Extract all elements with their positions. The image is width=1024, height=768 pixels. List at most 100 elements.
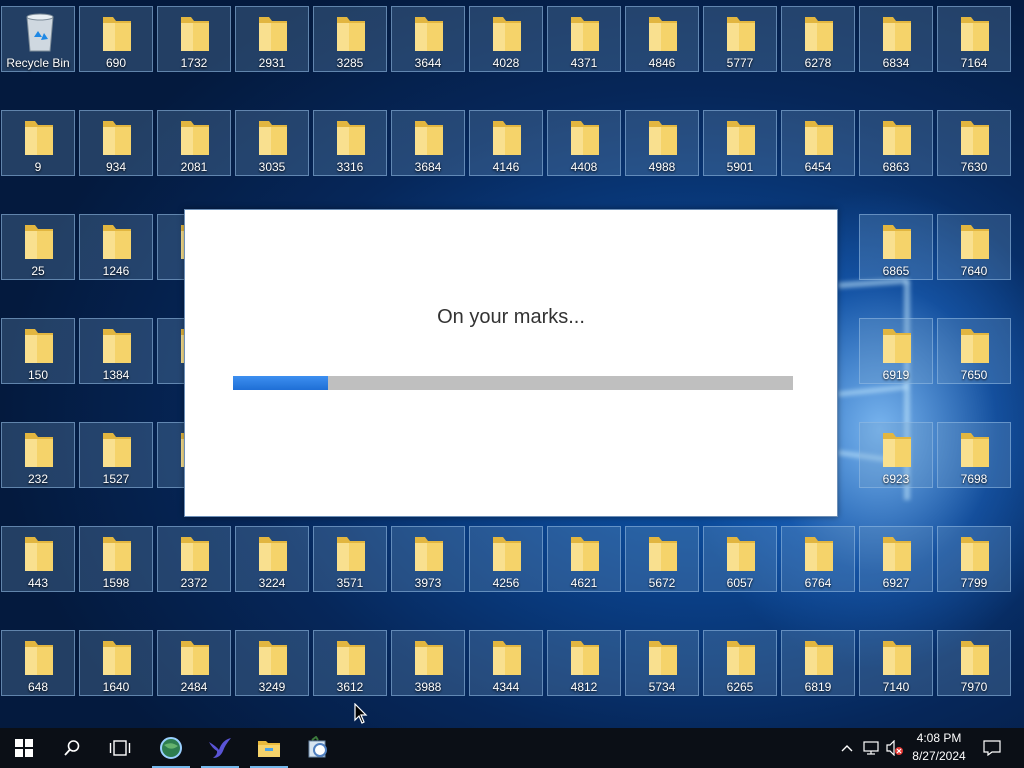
folder-label: 2081 [180, 160, 208, 174]
desktop-folder[interactable]: 25 [1, 214, 75, 280]
folder-icon [883, 329, 911, 363]
desktop-folder[interactable]: 3035 [235, 110, 309, 176]
desktop-folder[interactable]: 6764 [781, 526, 855, 592]
desktop-folder[interactable]: 1640 [79, 630, 153, 696]
desktop-folder[interactable]: 3571 [313, 526, 387, 592]
taskbar: 4:08 PM 8/27/2024 [0, 728, 1024, 768]
desktop-folder[interactable]: 5734 [625, 630, 699, 696]
desktop-folder[interactable]: 648 [1, 630, 75, 696]
folder-icon [181, 641, 209, 675]
speaker-muted-icon [886, 740, 903, 756]
folder-icon [415, 17, 443, 51]
progress-bar-fill [233, 376, 329, 390]
desktop-folder[interactable]: 9 [1, 110, 75, 176]
desktop-folder[interactable]: 690 [79, 6, 153, 72]
desktop-folder[interactable]: 6834 [859, 6, 933, 72]
desktop-folder[interactable]: 7650 [937, 318, 1011, 384]
desktop-folder[interactable]: 7164 [937, 6, 1011, 72]
desktop-folder[interactable]: 6265 [703, 630, 777, 696]
desktop-folder[interactable]: 4621 [547, 526, 621, 592]
desktop-folder[interactable]: 5777 [703, 6, 777, 72]
task-view-button[interactable] [96, 728, 144, 768]
clock-time[interactable]: 4:08 PM [908, 731, 970, 745]
desktop-folder[interactable]: 4344 [469, 630, 543, 696]
folder-label: 6265 [726, 680, 754, 694]
desktop-folder[interactable]: 2484 [157, 630, 231, 696]
desktop-folder[interactable]: 150 [1, 318, 75, 384]
action-center-button[interactable] [978, 728, 1006, 768]
desktop-folder[interactable]: 1246 [79, 214, 153, 280]
desktop-folder[interactable]: 1384 [79, 318, 153, 384]
desktop-folder[interactable]: 4988 [625, 110, 699, 176]
desktop-folder[interactable]: 1598 [79, 526, 153, 592]
desktop-folder[interactable]: 6278 [781, 6, 855, 72]
app-bird-button[interactable] [197, 728, 243, 768]
folder-label: 6764 [804, 576, 832, 590]
folder-label: Recycle Bin [6, 56, 70, 70]
recycle-bin-shortcut[interactable]: Recycle Bin [1, 6, 75, 72]
desktop-folder[interactable]: 4846 [625, 6, 699, 72]
desktop-folder[interactable]: 6919 [859, 318, 933, 384]
folder-icon [727, 121, 755, 155]
start-button[interactable] [0, 728, 48, 768]
desktop-folder[interactable]: 3224 [235, 526, 309, 592]
desktop-folder[interactable]: 1732 [157, 6, 231, 72]
app-globe-button[interactable] [148, 728, 194, 768]
desktop-folder[interactable]: 7630 [937, 110, 1011, 176]
desktop-folder[interactable]: 3988 [391, 630, 465, 696]
desktop-folder[interactable]: 3285 [313, 6, 387, 72]
clock-date[interactable]: 8/27/2024 [908, 749, 970, 763]
folder-label: 648 [27, 680, 49, 694]
folder-icon [337, 121, 365, 155]
folder-icon [181, 121, 209, 155]
desktop-folder[interactable]: 4028 [469, 6, 543, 72]
desktop-folder[interactable]: 3684 [391, 110, 465, 176]
desktop-folder[interactable]: 3249 [235, 630, 309, 696]
desktop-folder[interactable]: 934 [79, 110, 153, 176]
desktop-folder[interactable]: 6454 [781, 110, 855, 176]
desktop-folder[interactable]: 3644 [391, 6, 465, 72]
desktop-folder[interactable]: 4371 [547, 6, 621, 72]
network-button[interactable] [860, 728, 882, 768]
folder-label: 232 [27, 472, 49, 486]
desktop-folder[interactable]: 4256 [469, 526, 543, 592]
desktop-folder[interactable]: 2372 [157, 526, 231, 592]
desktop-folder[interactable]: 5901 [703, 110, 777, 176]
file-explorer-button[interactable] [246, 728, 292, 768]
desktop-folder[interactable]: 3612 [313, 630, 387, 696]
desktop-folder[interactable]: 7698 [937, 422, 1011, 488]
desktop-folder[interactable]: 3316 [313, 110, 387, 176]
desktop-folder[interactable]: 4146 [469, 110, 543, 176]
desktop-folder[interactable]: 5672 [625, 526, 699, 592]
desktop-folder[interactable]: 7799 [937, 526, 1011, 592]
desktop-folder[interactable]: 2081 [157, 110, 231, 176]
desktop-folder[interactable]: 4408 [547, 110, 621, 176]
desktop-folder[interactable]: 7640 [937, 214, 1011, 280]
desktop-folder[interactable]: 1527 [79, 422, 153, 488]
show-hidden-icons-button[interactable] [836, 728, 858, 768]
desktop-folder[interactable]: 6865 [859, 214, 933, 280]
desktop-folder[interactable]: 6863 [859, 110, 933, 176]
desktop-folder[interactable]: 443 [1, 526, 75, 592]
desktop-folder[interactable]: 7140 [859, 630, 933, 696]
desktop-folder[interactable]: 6057 [703, 526, 777, 592]
folder-icon [883, 121, 911, 155]
folder-label: 3571 [336, 576, 364, 590]
dialog-message: On your marks... [437, 306, 585, 328]
desktop-folder[interactable]: 6927 [859, 526, 933, 592]
folder-label: 3035 [258, 160, 286, 174]
volume-button[interactable] [884, 728, 906, 768]
desktop-folder[interactable]: 3973 [391, 526, 465, 592]
desktop-folder[interactable]: 6923 [859, 422, 933, 488]
folder-label: 1732 [180, 56, 208, 70]
desktop-folder[interactable]: 4812 [547, 630, 621, 696]
desktop-folder[interactable]: 7970 [937, 630, 1011, 696]
app-tool-button[interactable] [295, 728, 341, 768]
folder-label: 1246 [102, 264, 130, 278]
folder-icon [727, 537, 755, 571]
folder-label: 4256 [492, 576, 520, 590]
desktop-folder[interactable]: 232 [1, 422, 75, 488]
desktop-folder[interactable]: 2931 [235, 6, 309, 72]
desktop-folder[interactable]: 6819 [781, 630, 855, 696]
search-button[interactable] [48, 728, 96, 768]
